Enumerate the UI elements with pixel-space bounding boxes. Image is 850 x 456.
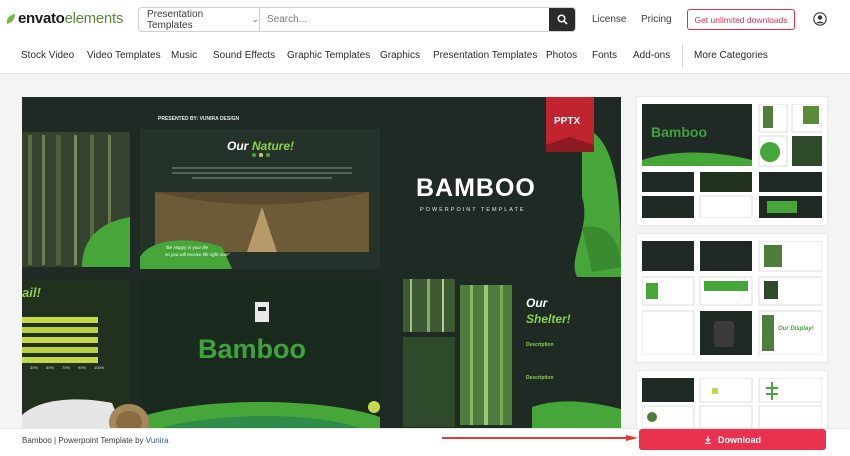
nature-label: Nature! — [252, 139, 295, 153]
nature-quote-line1: "Be Happy in your life — [165, 245, 209, 250]
bar-label-1: 30% — [30, 365, 39, 370]
description-heading-2: Description — [526, 375, 554, 381]
presented-by-text: PRESENTED BY: VUNIRA DESIGN — [158, 116, 240, 122]
nav-item-graphics[interactable]: Graphics — [380, 50, 420, 61]
thumbnail-bamboo-text: Bamboo — [651, 124, 707, 140]
top-header: envato elements Presentation Templates ⌄ … — [0, 0, 850, 38]
pricing-link[interactable]: Pricing — [641, 14, 672, 25]
nature-quote-line2: so you will receive life right now" — [165, 252, 230, 257]
account-icon[interactable] — [813, 12, 827, 26]
download-icon — [705, 436, 711, 444]
nav-item-add-ons[interactable]: Add-ons — [633, 50, 670, 61]
download-label: Download — [718, 434, 761, 445]
our-shelter-our: Our — [526, 296, 548, 310]
thumbnail-2[interactable]: Our Display! — [637, 234, 827, 362]
nav-divider — [682, 44, 683, 68]
nav-item-sound-effects[interactable]: Sound Effects — [213, 50, 275, 61]
search-category-dropdown[interactable]: Presentation Templates ⌄ — [139, 8, 260, 31]
chevron-down-icon: ⌄ — [251, 14, 259, 24]
preview-thumbnails: Bamboo Our Display! — [637, 97, 827, 429]
search-bar: Presentation Templates ⌄ — [138, 7, 576, 32]
get-unlimited-downloads-button[interactable]: Get unlimited downloads — [687, 9, 795, 30]
category-nav: Stock Video Video Templates Music Sound … — [0, 38, 850, 74]
nav-item-more-categories[interactable]: More Categories — [694, 50, 768, 61]
left-slide-word: ail! — [22, 285, 41, 300]
thumbnail-1-image — [642, 103, 823, 219]
leaf-icon — [6, 13, 15, 24]
thumbnail-3-image — [641, 377, 823, 429]
search-input[interactable] — [260, 8, 549, 31]
envato-elements-logo[interactable]: envato elements — [5, 10, 123, 27]
bar-label-5: 100% — [94, 365, 105, 370]
nav-item-presentation-templates[interactable]: Presentation Templates — [433, 50, 537, 61]
our-label: Our — [227, 139, 249, 153]
item-caption: Bamboo | Powerpoint Template by Vunira — [22, 436, 169, 445]
nav-item-graphic-templates[interactable]: Graphic Templates — [287, 50, 370, 61]
main-preview-image[interactable]: PRESENTED BY: VUNIRA DESIGN PPTX BAMBOO … — [22, 97, 621, 428]
red-arrow-annotation — [442, 435, 638, 441]
item-preview-area: PRESENTED BY: VUNIRA DESIGN PPTX BAMBOO … — [0, 74, 850, 429]
pptx-badge: PPTX — [554, 116, 581, 127]
bamboo-wordmark: Bamboo — [198, 334, 306, 364]
our-shelter-shelter: Shelter! — [526, 312, 571, 326]
bar-label-4: 90% — [78, 365, 87, 370]
item-footer: Bamboo | Powerpoint Template by Vunira D… — [0, 428, 850, 456]
thumbnail-3[interactable] — [637, 371, 827, 429]
slide-subtitle: POWERPOINT TEMPLATE — [420, 207, 526, 213]
thumbnail-2-image — [641, 240, 823, 356]
nav-item-photos[interactable]: Photos — [546, 50, 577, 61]
caption-title: Bamboo | Powerpoint Template by — [22, 436, 146, 445]
nav-item-stock-video[interactable]: Stock Video — [21, 50, 74, 61]
description-heading: Description — [526, 342, 554, 348]
download-button[interactable]: Download — [639, 429, 826, 450]
search-category-label: Presentation Templates — [147, 8, 204, 31]
thumbnail-1[interactable]: Bamboo — [637, 97, 827, 225]
nav-item-music[interactable]: Music — [171, 50, 197, 61]
search-icon — [556, 14, 568, 25]
author-link[interactable]: Vunira — [146, 436, 169, 445]
bar-label-3: 70% — [62, 365, 71, 370]
logo-envato: envato — [18, 10, 65, 27]
thumbnail-our-display: Our Display! — [778, 326, 814, 332]
license-link[interactable]: License — [592, 14, 626, 25]
nav-item-video-templates[interactable]: Video Templates — [87, 50, 161, 61]
logo-elements: elements — [64, 10, 124, 27]
search-button[interactable] — [549, 8, 575, 31]
nav-item-fonts[interactable]: Fonts — [592, 50, 617, 61]
bar-label-2: 50% — [46, 365, 55, 370]
slide-title: BAMBOO — [416, 174, 536, 202]
